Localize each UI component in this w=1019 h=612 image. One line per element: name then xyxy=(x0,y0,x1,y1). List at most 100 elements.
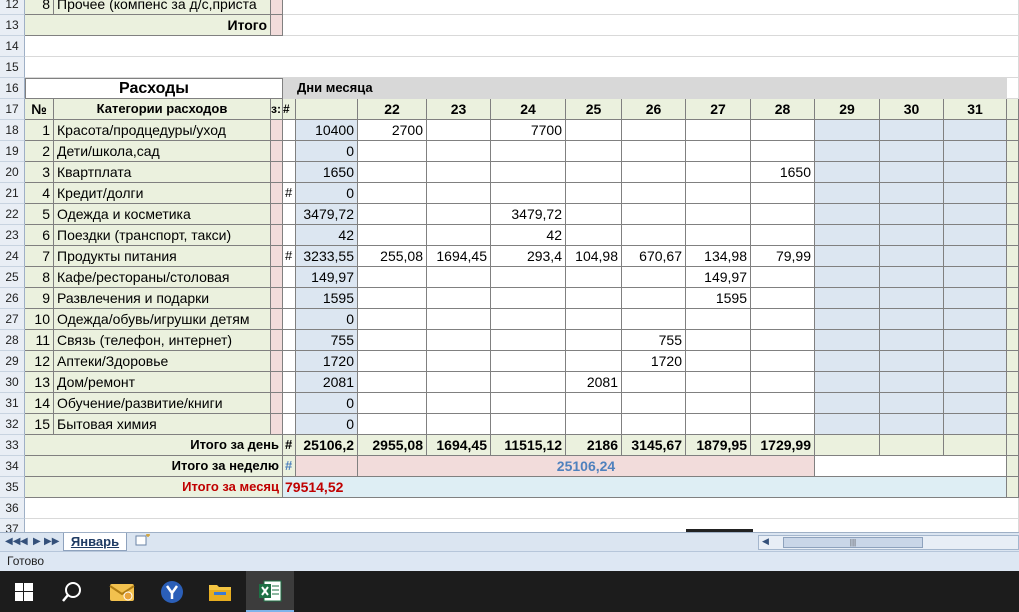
row-header[interactable]: 31 xyxy=(0,393,25,414)
overflow-cell[interactable] xyxy=(283,267,296,288)
overflow-cell[interactable] xyxy=(283,393,296,414)
scroll-left-icon[interactable]: ◀ xyxy=(762,536,769,547)
day-value-cell[interactable] xyxy=(944,225,1007,246)
day-value-cell[interactable] xyxy=(880,372,944,393)
day-value-cell[interactable] xyxy=(427,309,491,330)
day-value-cell[interactable] xyxy=(686,183,751,204)
day-value-cell[interactable] xyxy=(491,309,566,330)
flag-cell[interactable] xyxy=(271,141,283,162)
day-value-cell[interactable] xyxy=(427,225,491,246)
day-value-cell[interactable] xyxy=(944,246,1007,267)
flag-cell[interactable] xyxy=(271,414,283,435)
day-value-cell[interactable]: 149,97 xyxy=(686,267,751,288)
flag-cell[interactable] xyxy=(271,0,283,15)
day-value-cell[interactable] xyxy=(880,246,944,267)
day-value-cell[interactable] xyxy=(880,288,944,309)
day-value-cell[interactable] xyxy=(358,162,427,183)
horizontal-scrollbar[interactable]: ◀ ||| xyxy=(758,535,1019,550)
day-value-cell[interactable] xyxy=(944,183,1007,204)
row-number-cell[interactable]: 8 xyxy=(25,267,54,288)
day-value-cell[interactable] xyxy=(880,204,944,225)
day-value-cell[interactable] xyxy=(944,162,1007,183)
day-value-cell[interactable] xyxy=(751,204,815,225)
day-value-cell[interactable] xyxy=(815,309,880,330)
day-total-cell[interactable]: 11515,12 xyxy=(491,435,566,456)
day-value-cell[interactable] xyxy=(622,225,686,246)
day-value-cell[interactable] xyxy=(622,267,686,288)
row-header[interactable]: 28 xyxy=(0,330,25,351)
row-number-cell[interactable]: 1 xyxy=(25,120,54,141)
day-total-cell[interactable]: 2186 xyxy=(566,435,622,456)
day-value-cell[interactable] xyxy=(815,204,880,225)
category-total-cell[interactable]: 0 xyxy=(296,141,358,162)
day-value-cell[interactable] xyxy=(686,141,751,162)
overflow-cell[interactable] xyxy=(283,351,296,372)
day-value-cell[interactable] xyxy=(491,183,566,204)
row-header[interactable]: 16 xyxy=(0,78,25,99)
search-icon[interactable] xyxy=(48,571,96,612)
day-total-cell[interactable] xyxy=(880,435,944,456)
prev-sheet-button[interactable]: ◀ xyxy=(20,536,28,547)
day-value-cell[interactable] xyxy=(358,330,427,351)
mail-icon[interactable] xyxy=(98,571,146,612)
day-value-cell[interactable] xyxy=(686,330,751,351)
day-value-cell[interactable]: 3479,72 xyxy=(491,204,566,225)
flag-cell[interactable] xyxy=(271,246,283,267)
day-value-cell[interactable] xyxy=(491,141,566,162)
flag-cell[interactable] xyxy=(271,267,283,288)
category-cell[interactable]: Связь (телефон, интернет) xyxy=(54,330,271,351)
day-value-cell[interactable]: 2700 xyxy=(358,120,427,141)
excel-icon[interactable] xyxy=(246,571,294,612)
row-header[interactable]: 30 xyxy=(0,372,25,393)
day-value-cell[interactable] xyxy=(815,120,880,141)
overflow-cell[interactable] xyxy=(283,141,296,162)
day-value-cell[interactable] xyxy=(622,288,686,309)
day-value-cell[interactable] xyxy=(622,141,686,162)
flag-cell[interactable] xyxy=(271,15,283,36)
month-total-value[interactable]: 79514,52 xyxy=(283,477,1007,498)
day-value-cell[interactable] xyxy=(566,267,622,288)
day-value-cell[interactable] xyxy=(815,330,880,351)
flag-cell[interactable] xyxy=(271,183,283,204)
day-value-cell[interactable] xyxy=(491,330,566,351)
day-value-cell[interactable] xyxy=(427,372,491,393)
column-header-no[interactable]: № xyxy=(25,99,54,120)
row-number-cell[interactable]: 11 xyxy=(25,330,54,351)
day-value-cell[interactable] xyxy=(815,162,880,183)
day-value-cell[interactable] xyxy=(427,393,491,414)
row-header[interactable]: 12 xyxy=(0,0,25,15)
day-value-cell[interactable] xyxy=(566,120,622,141)
day-value-cell[interactable]: 2081 xyxy=(566,372,622,393)
row-header[interactable]: 36 xyxy=(0,498,25,519)
category-total-cell[interactable]: 42 xyxy=(296,225,358,246)
days-header[interactable]: Дни месяца xyxy=(283,78,1007,99)
category-cell[interactable]: Кредит/долги xyxy=(54,183,271,204)
column-header-category[interactable]: Категории расходов xyxy=(54,99,271,120)
day-value-cell[interactable] xyxy=(566,309,622,330)
day-value-cell[interactable]: 255,08 xyxy=(358,246,427,267)
day-value-cell[interactable] xyxy=(491,393,566,414)
day-value-cell[interactable] xyxy=(686,120,751,141)
row-header[interactable]: 33 xyxy=(0,435,25,456)
overflow-cell[interactable] xyxy=(283,372,296,393)
row-number-cell[interactable]: 8 xyxy=(25,0,54,15)
row-number-cell[interactable]: 9 xyxy=(25,288,54,309)
day-total-label[interactable]: Итого за день xyxy=(25,435,283,456)
day-value-cell[interactable]: 1720 xyxy=(622,351,686,372)
column-header-narrow[interactable]: з: xyxy=(271,99,283,120)
day-value-cell[interactable] xyxy=(815,267,880,288)
flag-cell[interactable] xyxy=(271,351,283,372)
flag-cell[interactable] xyxy=(271,393,283,414)
day-value-cell[interactable] xyxy=(358,267,427,288)
windows-start-icon[interactable] xyxy=(0,571,48,612)
day-value-cell[interactable] xyxy=(566,351,622,372)
day-value-cell[interactable] xyxy=(880,183,944,204)
section-title[interactable]: Расходы xyxy=(25,78,283,99)
day-value-cell[interactable] xyxy=(751,141,815,162)
column-header-hash[interactable]: # xyxy=(283,99,296,120)
day-value-cell[interactable]: 670,67 xyxy=(622,246,686,267)
day-value-cell[interactable] xyxy=(491,372,566,393)
row-number-cell[interactable]: 3 xyxy=(25,162,54,183)
category-cell[interactable]: Бытовая химия xyxy=(54,414,271,435)
day-value-cell[interactable] xyxy=(686,351,751,372)
